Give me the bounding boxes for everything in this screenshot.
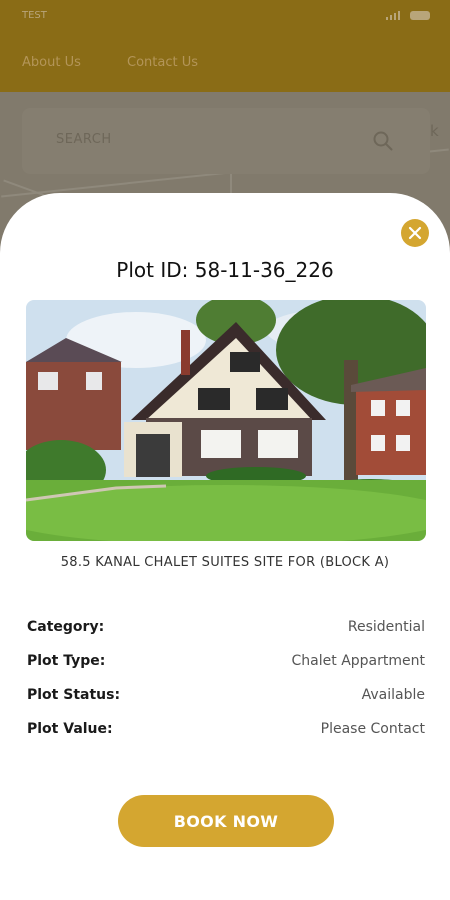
- detail-value: Residential: [347, 619, 425, 635]
- status-icons: [386, 11, 430, 20]
- map-label: k: [430, 122, 439, 140]
- search-placeholder: SEARCH: [56, 132, 112, 147]
- signal-icon: [386, 11, 402, 20]
- app-header: TEST About Us Contact Us: [0, 0, 450, 92]
- detail-value: Chalet Appartment: [291, 653, 425, 669]
- search-input[interactable]: SEARCH: [22, 108, 430, 174]
- nav-about-us[interactable]: About Us: [22, 55, 81, 70]
- detail-value: Available: [361, 687, 425, 703]
- plot-details: Category: Residential Plot Type: Chalet …: [27, 610, 425, 746]
- detail-label: Plot Status:: [27, 687, 121, 703]
- close-icon: [408, 226, 422, 240]
- nav-contact-us[interactable]: Contact Us: [127, 55, 198, 70]
- detail-label: Plot Type:: [27, 653, 106, 669]
- screen: TEST About Us Contact Us SEARCH k Plot I…: [0, 0, 450, 900]
- plot-title: Plot ID: 58-11-36_226: [116, 258, 334, 282]
- search-icon[interactable]: [372, 130, 394, 152]
- detail-label: Plot Value:: [27, 721, 113, 737]
- property-photo: [26, 300, 426, 541]
- detail-row-plot-status: Plot Status: Available: [27, 678, 425, 712]
- status-carrier: TEST: [22, 10, 47, 21]
- battery-icon: [410, 11, 430, 20]
- plot-subtitle: 58.5 KANAL CHALET SUITES SITE FOR (BLOCK…: [60, 555, 390, 570]
- detail-value: Please Contact: [320, 721, 425, 737]
- close-button[interactable]: [401, 219, 429, 247]
- detail-row-plot-type: Plot Type: Chalet Appartment: [27, 644, 425, 678]
- detail-row-plot-value: Plot Value: Please Contact: [27, 712, 425, 746]
- detail-row-category: Category: Residential: [27, 610, 425, 644]
- book-now-button[interactable]: BOOK NOW: [118, 795, 334, 847]
- detail-label: Category:: [27, 619, 105, 635]
